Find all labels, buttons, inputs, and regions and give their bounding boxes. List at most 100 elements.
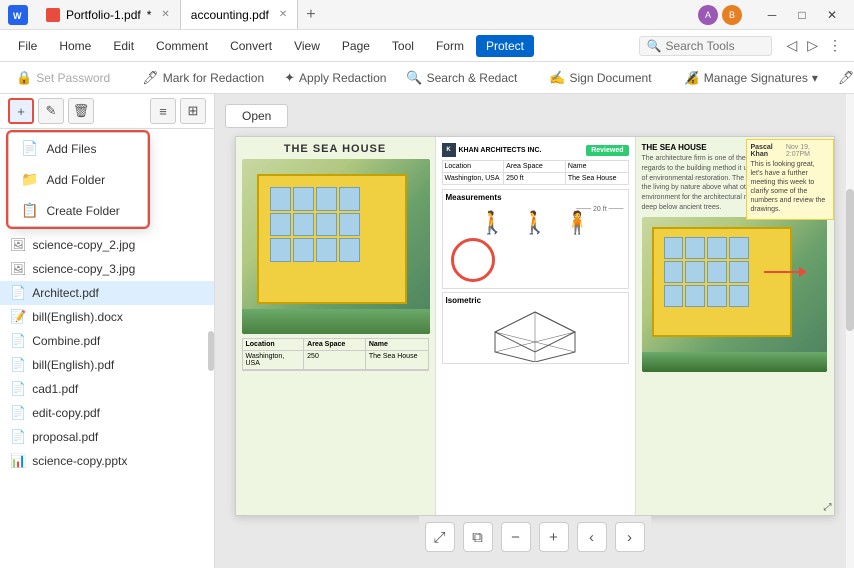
- grid-view-button[interactable]: ⊞: [180, 98, 206, 124]
- table-cell-name: The Sea House: [366, 351, 428, 370]
- list-icon: ≡: [159, 104, 167, 119]
- sidebar: + ✎ 🗑 ≡ ⊞ 📄 Add Files 📁 Ad: [0, 94, 215, 568]
- tab-accounting-label: accounting.pdf: [191, 8, 269, 22]
- sign-document-btn[interactable]: ✍ Sign Document: [541, 67, 659, 89]
- win-minimize[interactable]: ─: [758, 5, 786, 25]
- loc-header: Location: [443, 161, 505, 172]
- menu-comment[interactable]: Comment: [146, 35, 218, 57]
- left-panel-table: Location Area Space Name Washington, USA…: [242, 338, 429, 371]
- zoom-in-button[interactable]: +: [539, 522, 569, 552]
- add-file-icon: 📄: [21, 140, 38, 157]
- isometric-section: Isometric: [442, 292, 629, 364]
- table-cell-location: Washington, USA: [243, 351, 305, 370]
- file-label: proposal.pdf: [32, 430, 204, 444]
- list-item[interactable]: 📄 edit-copy.pdf: [0, 401, 214, 425]
- figure-2: 🚶: [521, 210, 548, 236]
- list-view-button[interactable]: ≡: [150, 98, 176, 124]
- list-item[interactable]: 🖼 science-copy_2.jpg: [0, 233, 214, 257]
- isometric-svg: [485, 307, 585, 362]
- menu-convert[interactable]: Convert: [220, 35, 282, 57]
- tab-accounting-close[interactable]: ✕: [279, 9, 287, 20]
- menu-tool[interactable]: Tool: [382, 35, 424, 57]
- sidebar-toolbar: + ✎ 🗑 ≡ ⊞: [0, 94, 214, 129]
- bottom-toolbar: ⤢ ⧉ − + ‹ ›: [419, 516, 651, 558]
- apply-redaction-btn[interactable]: ✦ Apply Redaction: [276, 67, 394, 89]
- prev-page-button[interactable]: ‹: [577, 522, 607, 552]
- list-item-architect[interactable]: 📄 Architect.pdf: [0, 281, 214, 305]
- user-avatar-1: A: [698, 5, 718, 25]
- dropdown-arrow-icon: ▾: [812, 71, 818, 85]
- add-files-item[interactable]: 📄 Add Files: [9, 133, 147, 164]
- add-folder-item[interactable]: 📁 Add Folder: [9, 164, 147, 195]
- zoom-out-button[interactable]: −: [501, 522, 531, 552]
- menu-form[interactable]: Form: [426, 35, 474, 57]
- expand-icon: ⤢: [824, 502, 832, 513]
- list-item[interactable]: 📄 bill(English).pdf: [0, 353, 214, 377]
- menu-view[interactable]: View: [284, 35, 330, 57]
- table-header-name: Name: [366, 339, 428, 351]
- file-label: bill(English).pdf: [32, 358, 204, 372]
- delete-button[interactable]: 🗑: [68, 98, 94, 124]
- expand-button[interactable]: ⤢: [425, 522, 455, 552]
- pdf-middle-panel: K KHAN ARCHITECTS INC. Reviewed Location…: [436, 137, 636, 515]
- search-tools[interactable]: 🔍: [639, 36, 772, 56]
- titlebar: W Portfolio-1.pdf * ✕ accounting.pdf ✕ +…: [0, 0, 854, 30]
- sidebar-scrollbar[interactable]: [208, 94, 214, 568]
- content-scrollbar[interactable]: [846, 94, 854, 568]
- fit-button[interactable]: ⧉: [463, 522, 493, 552]
- list-item[interactable]: 📊 science-copy.pptx: [0, 449, 214, 473]
- list-item[interactable]: 📄 proposal.pdf: [0, 425, 214, 449]
- user-icons: A B: [698, 5, 742, 25]
- sig-icon: 🔏: [684, 70, 700, 86]
- file-icon: 📄: [10, 429, 26, 445]
- new-tab-button[interactable]: +: [298, 0, 323, 29]
- open-button[interactable]: Open: [225, 104, 288, 128]
- dimension-labels: ─── 20 ft ───: [576, 206, 623, 213]
- search-redact-btn[interactable]: 🔍 Search & Redact: [398, 67, 525, 89]
- file-label: Combine.pdf: [32, 334, 204, 348]
- add-button[interactable]: +: [8, 98, 34, 124]
- file-icon: 🖼: [10, 237, 27, 253]
- forward-button[interactable]: ▷: [803, 35, 822, 56]
- search-redact-icon: 🔍: [406, 70, 422, 86]
- create-folder-item[interactable]: 📋 Create Folder: [9, 195, 147, 226]
- pdf-preview: THE SEA HOUSE: [235, 136, 835, 516]
- win-maximize[interactable]: □: [788, 5, 816, 25]
- tab-portfolio-close[interactable]: ✕: [161, 9, 169, 20]
- content-scroll-thumb[interactable]: [846, 189, 854, 331]
- search-input[interactable]: [665, 39, 765, 53]
- electronic-btn[interactable]: 🖊 Electro...: [830, 67, 854, 89]
- file-label: science-copy_3.jpg: [33, 262, 204, 276]
- menu-file[interactable]: File: [8, 35, 47, 57]
- tab-accounting[interactable]: accounting.pdf ✕: [181, 0, 298, 29]
- list-item[interactable]: 🖼 science-copy_3.jpg: [0, 257, 214, 281]
- tab-portfolio[interactable]: Portfolio-1.pdf * ✕: [36, 0, 181, 29]
- list-item[interactable]: 📄 cad1.pdf: [0, 377, 214, 401]
- list-item[interactable]: 📄 Combine.pdf: [0, 329, 214, 353]
- list-item[interactable]: 📝 bill(English).docx: [0, 305, 214, 329]
- set-password-btn[interactable]: 🔒 Set Password: [8, 67, 118, 89]
- file-icon: 📄: [10, 405, 26, 421]
- menu-edit[interactable]: Edit: [103, 35, 144, 57]
- file-label: cad1.pdf: [32, 382, 204, 396]
- add-folder-icon: 📁: [21, 171, 38, 188]
- next-page-button[interactable]: ›: [615, 522, 645, 552]
- file-icon: 📄: [10, 285, 26, 301]
- name-val: The Sea House: [566, 172, 628, 184]
- more-button[interactable]: ⋮: [824, 35, 846, 56]
- create-folder-icon: 📋: [21, 202, 38, 219]
- company-name: KHAN ARCHITECTS INC.: [459, 147, 542, 154]
- win-close[interactable]: ✕: [818, 5, 846, 25]
- back-button[interactable]: ◁: [782, 35, 801, 56]
- plus-icon: +: [17, 104, 25, 119]
- red-arrow-annotation: [764, 267, 807, 277]
- manage-signatures-btn[interactable]: 🔏 Manage Signatures ▾: [676, 67, 826, 89]
- menu-page[interactable]: Page: [332, 35, 380, 57]
- mark-redaction-btn[interactable]: 🖊 Mark for Redaction: [134, 67, 272, 89]
- left-panel-image: [242, 159, 430, 334]
- table-cell-area: 250: [304, 351, 366, 370]
- sidebar-scroll-thumb[interactable]: [208, 331, 214, 371]
- edit-button[interactable]: ✎: [38, 98, 64, 124]
- menu-home[interactable]: Home: [49, 35, 101, 57]
- menu-protect[interactable]: Protect: [476, 35, 534, 57]
